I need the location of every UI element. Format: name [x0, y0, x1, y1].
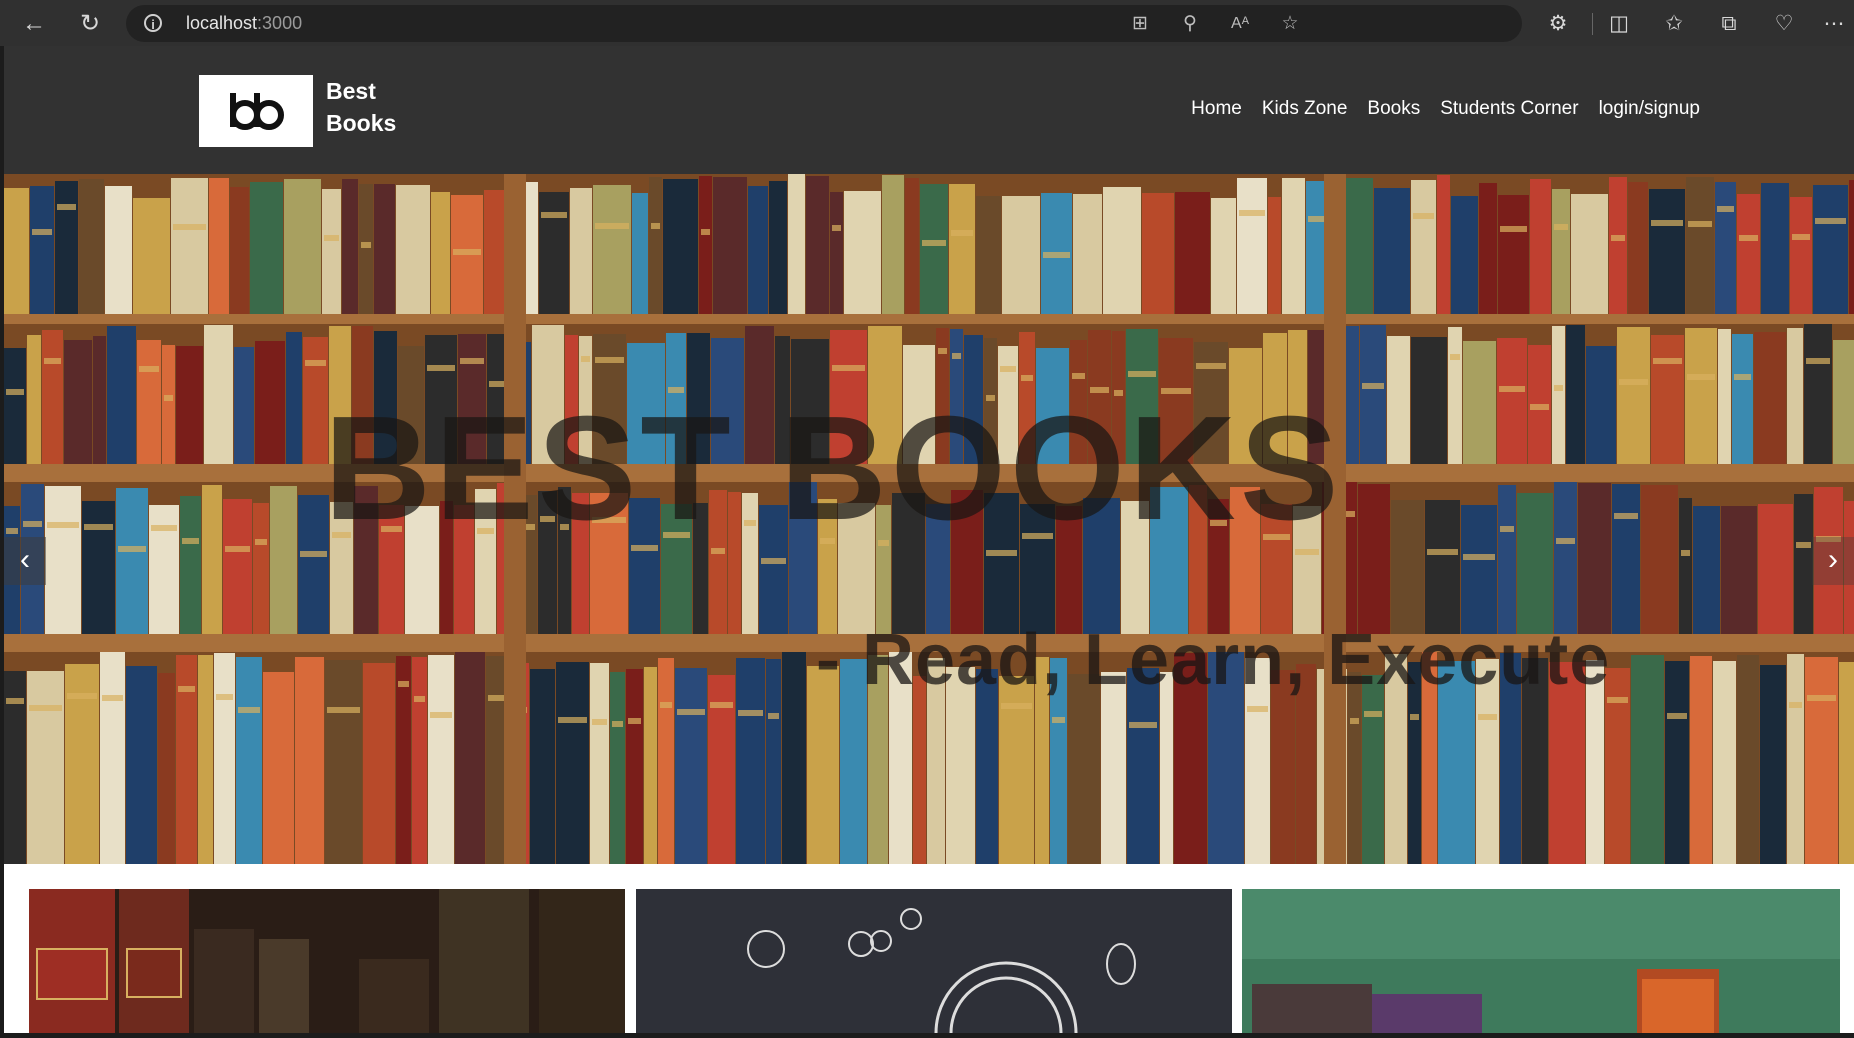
browser-toolbar: ← ↻ i localhost:3000 ⊞ ⚲ Aᴬ ☆ ⚙ ◫ ✩ ⧉ ♡ …	[0, 0, 1854, 46]
nav-kids-zone[interactable]: Kids Zone	[1262, 98, 1348, 120]
brand-name[interactable]: Best Books	[326, 75, 446, 139]
green-board-books-image[interactable]	[1242, 889, 1840, 1033]
green-board-illustration	[1242, 889, 1840, 1033]
toolbar-divider	[1592, 13, 1593, 35]
page-viewport: Best Books Home Kids Zone Books Students…	[4, 46, 1854, 1033]
navbar: Best Books Home Kids Zone Books Students…	[4, 46, 1854, 174]
nav-login-signup[interactable]: login/signup	[1599, 98, 1700, 120]
nav-links: Home Kids Zone Books Students Corner log…	[1171, 98, 1854, 120]
nav-home[interactable]: Home	[1191, 98, 1242, 120]
apps-icon[interactable]: ⊞	[1126, 10, 1154, 38]
hero-title: BEST BOOKS	[324, 386, 1343, 551]
logo[interactable]	[199, 75, 313, 147]
chalkboard-doodle-image[interactable]	[636, 889, 1232, 1033]
card-row	[4, 864, 1854, 1033]
address-bar[interactable]: i localhost:3000 ⊞ ⚲ Aᴬ ☆	[126, 5, 1522, 42]
nav-students-corner[interactable]: Students Corner	[1440, 98, 1578, 120]
hero-carousel: BEST BOOKS - Read, Learn, Execute ‹ ›	[4, 174, 1854, 864]
split-screen-icon[interactable]: ◫	[1603, 8, 1635, 40]
back-icon[interactable]: ←	[18, 8, 50, 40]
browser-essentials-icon[interactable]: ♡	[1768, 8, 1800, 40]
refresh-icon[interactable]: ↻	[74, 8, 106, 40]
hero-subtitle: - Read, Learn, Execute	[816, 620, 1611, 700]
extensions-icon[interactable]: ⚙	[1542, 8, 1574, 40]
info-icon[interactable]: i	[144, 14, 162, 32]
carousel-prev-button[interactable]: ‹	[4, 537, 46, 585]
old-books-image[interactable]	[29, 889, 625, 1033]
chalkboard-illustration	[636, 889, 1232, 1033]
more-icon[interactable]: ⋯	[1818, 8, 1850, 40]
url-text[interactable]: localhost:3000	[186, 13, 302, 34]
old-books-illustration	[29, 889, 625, 1033]
read-aloud-icon[interactable]: Aᴬ	[1226, 10, 1254, 38]
favorites-icon[interactable]: ✩	[1658, 8, 1690, 40]
favorite-icon[interactable]: ☆	[1276, 10, 1304, 38]
zoom-icon[interactable]: ⚲	[1176, 10, 1204, 38]
collections-icon[interactable]: ⧉	[1713, 8, 1745, 40]
carousel-next-button[interactable]: ›	[1812, 537, 1854, 585]
logo-bb-icon	[230, 93, 284, 130]
nav-books[interactable]: Books	[1367, 98, 1420, 120]
